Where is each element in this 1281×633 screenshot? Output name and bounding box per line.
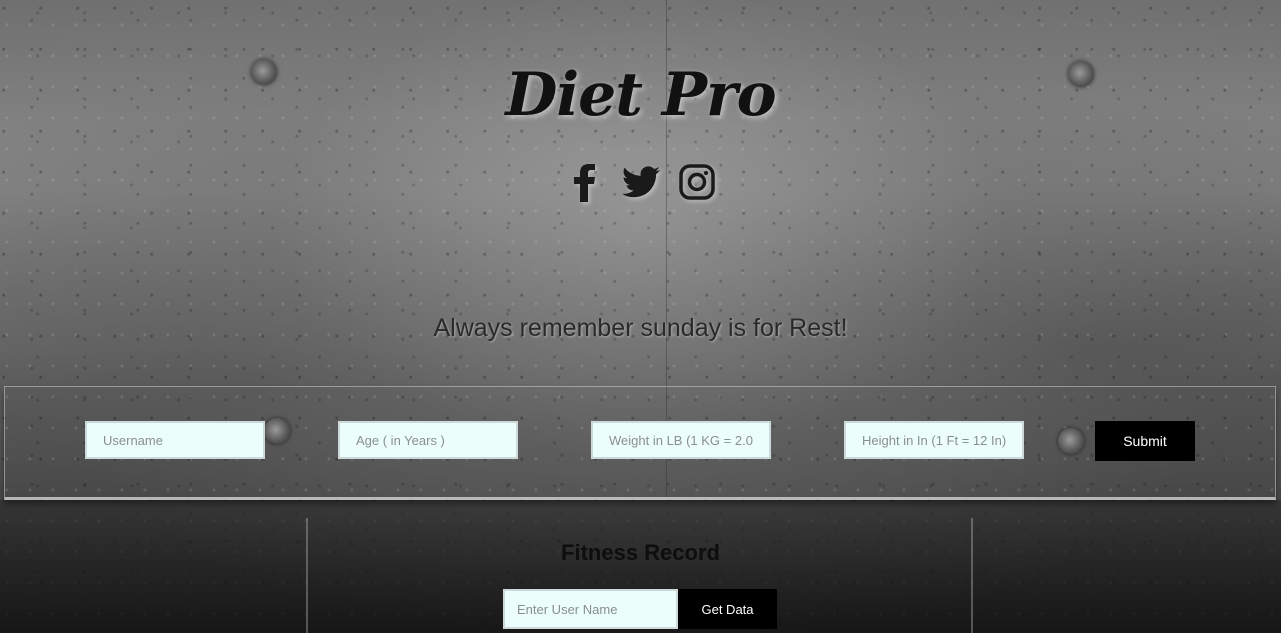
weight-input[interactable] — [591, 421, 771, 459]
record-username-input[interactable] — [503, 589, 678, 629]
instagram-icon[interactable] — [678, 160, 716, 204]
floor-post — [306, 518, 308, 633]
tagline: Always remember sunday is for Rest! — [433, 314, 848, 342]
get-data-button[interactable]: Get Data — [678, 589, 777, 629]
floor-post — [971, 518, 973, 633]
facebook-icon[interactable] — [566, 160, 604, 204]
twitter-icon[interactable] — [621, 160, 660, 204]
age-input[interactable] — [338, 421, 518, 459]
submit-button[interactable]: Submit — [1095, 421, 1195, 461]
brand-logo: Diet Pro — [505, 60, 776, 130]
height-input[interactable] — [844, 421, 1024, 459]
username-input[interactable] — [85, 421, 265, 459]
fitness-record-title: Fitness Record — [561, 540, 720, 565]
social-links — [0, 160, 1281, 204]
